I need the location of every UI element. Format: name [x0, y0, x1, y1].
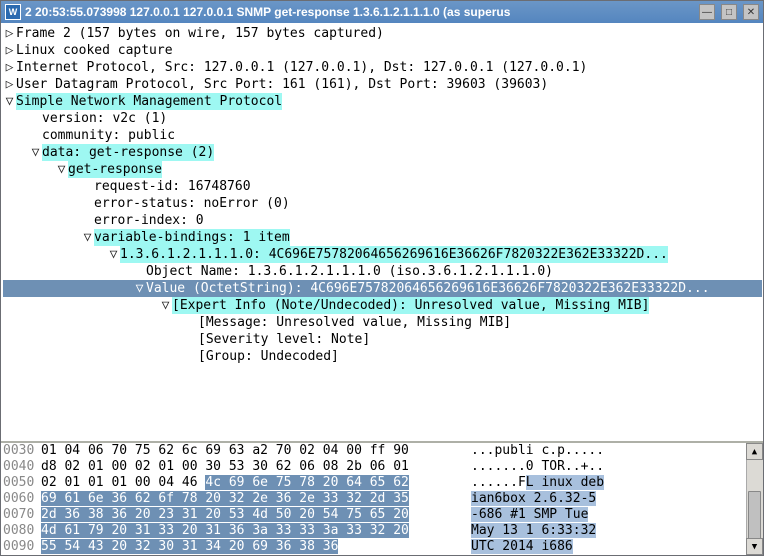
hex-offset: 0090 — [3, 539, 41, 555]
collapse-icon[interactable] — [3, 93, 16, 110]
window-title: 2 20:53:55.073998 127.0.0.1 127.0.0.1 SN… — [25, 5, 693, 19]
row-text: Linux cooked capture — [16, 42, 173, 59]
hex-offset: 0040 — [3, 459, 41, 475]
collapse-icon[interactable] — [107, 246, 120, 263]
tree-row-object-name[interactable]: Object Name: 1.3.6.1.2.1.1.1.0 (iso.3.6.… — [3, 263, 762, 280]
tree-row-version[interactable]: version: v2c (1) — [3, 110, 762, 127]
close-button[interactable]: ✕ — [743, 4, 759, 20]
tree-row-ip[interactable]: Internet Protocol, Src: 127.0.0.1 (127.0… — [3, 59, 762, 76]
tree-row-error-status[interactable]: error-status: noError (0) — [3, 195, 762, 212]
tree-row-community[interactable]: community: public — [3, 127, 762, 144]
tree-row-oid[interactable]: 1.3.6.1.2.1.1.1.0: 4C696E757820646562696… — [3, 246, 762, 263]
row-text: Value (OctetString): 4C696E7578206465626… — [146, 280, 710, 297]
maximize-button[interactable]: □ — [721, 4, 737, 20]
scroll-down-button[interactable]: ▼ — [746, 538, 763, 555]
hex-bytes: d8 02 01 00 02 01 00 30 53 30 62 06 08 2… — [41, 459, 471, 475]
hex-row[interactable]: 0090 55 54 43 20 32 30 31 34 20 69 36 38… — [1, 539, 746, 555]
collapse-icon[interactable] — [133, 280, 146, 297]
expand-icon[interactable] — [3, 42, 16, 59]
hex-bytes: 2d 36 38 36 20 23 31 20 53 4d 50 20 54 7… — [41, 507, 471, 523]
hex-bytes: 4d 61 79 20 31 33 20 31 36 3a 33 33 3a 3… — [41, 523, 471, 539]
tree-row-variable-bindings[interactable]: variable-bindings: 1 item — [3, 229, 762, 246]
collapse-icon[interactable] — [29, 144, 42, 161]
expand-icon[interactable] — [3, 25, 16, 42]
hex-scrollbar[interactable]: ▲ ▼ — [746, 443, 763, 555]
row-text: [Group: Undecoded] — [198, 348, 339, 365]
hex-row[interactable]: 0060 69 61 6e 36 62 6f 78 20 32 2e 36 2e… — [1, 491, 746, 507]
row-text: Frame 2 (157 bytes on wire, 157 bytes ca… — [16, 25, 384, 42]
collapse-icon[interactable] — [55, 161, 68, 178]
hex-row[interactable]: 0040 d8 02 01 00 02 01 00 30 53 30 62 06… — [1, 459, 746, 475]
hex-offset: 0080 — [3, 523, 41, 539]
row-text: Simple Network Management Protocol — [16, 93, 282, 110]
hex-offset: 0070 — [3, 507, 41, 523]
tree-row-frame[interactable]: Frame 2 (157 bytes on wire, 157 bytes ca… — [3, 25, 762, 42]
expand-icon[interactable] — [3, 76, 16, 93]
tree-row-udp[interactable]: User Datagram Protocol, Src Port: 161 (1… — [3, 76, 762, 93]
hex-ascii: .......0 TOR..+.. — [471, 459, 604, 475]
hex-row[interactable]: 0080 4d 61 79 20 31 33 20 31 36 3a 33 33… — [1, 523, 746, 539]
app-icon: W — [5, 4, 21, 20]
tree-row-request-id[interactable]: request-id: 16748760 — [3, 178, 762, 195]
title-bar: W 2 20:53:55.073998 127.0.0.1 127.0.0.1 … — [1, 1, 763, 23]
row-text: Internet Protocol, Src: 127.0.0.1 (127.0… — [16, 59, 587, 76]
hex-ascii: ......FL inux deb — [471, 475, 604, 491]
row-text: 1.3.6.1.2.1.1.1.0: 4C696E757820646562696… — [120, 246, 668, 263]
tree-row-expert-severity[interactable]: [Severity level: Note] — [3, 331, 762, 348]
row-text: [Severity level: Note] — [198, 331, 370, 348]
scroll-up-button[interactable]: ▲ — [746, 443, 763, 460]
tree-row-error-index[interactable]: error-index: 0 — [3, 212, 762, 229]
tree-row-expert-message[interactable]: [Message: Unresolved value, Missing MIB] — [3, 314, 762, 331]
hex-row[interactable]: 0050 02 01 01 01 00 04 46 4c 69 6e 75 78… — [1, 475, 746, 491]
tree-row-expert-info[interactable]: [Expert Info (Note/Undecoded): Unresolve… — [3, 297, 762, 314]
hex-bytes: 55 54 43 20 32 30 31 34 20 69 36 38 36 — [41, 539, 471, 555]
hex-ascii: ...publi c.p..... — [471, 443, 604, 459]
hex-offset: 0060 — [3, 491, 41, 507]
tree-row-expert-group[interactable]: [Group: Undecoded] — [3, 348, 762, 365]
row-text: [Message: Unresolved value, Missing MIB] — [198, 314, 511, 331]
hex-bytes: 69 61 6e 36 62 6f 78 20 32 2e 36 2e 33 3… — [41, 491, 471, 507]
minimize-button[interactable]: — — [699, 4, 715, 20]
row-text: Expert Info (Note/Undecoded): Unresolved… — [180, 298, 642, 313]
row-text: data: get-response (2) — [42, 144, 214, 161]
hex-ascii: ian6box 2.6.32-5 — [471, 491, 596, 507]
hex-ascii: UTC 2014 i686 — [471, 539, 573, 555]
hex-row[interactable]: 0070 2d 36 38 36 20 23 31 20 53 4d 50 20… — [1, 507, 746, 523]
row-text: error-index: 0 — [94, 212, 204, 229]
tree-row-linux-cooked[interactable]: Linux cooked capture — [3, 42, 762, 59]
row-text: User Datagram Protocol, Src Port: 161 (1… — [16, 76, 548, 93]
hex-offset: 0030 — [3, 443, 41, 459]
row-text: error-status: noError (0) — [94, 195, 290, 212]
hex-row[interactable]: 0030 01 04 06 70 75 62 6c 69 63 a2 70 02… — [1, 443, 746, 459]
packet-details-tree[interactable]: Frame 2 (157 bytes on wire, 157 bytes ca… — [1, 23, 763, 441]
collapse-icon[interactable] — [81, 229, 94, 246]
row-text: request-id: 16748760 — [94, 178, 251, 195]
row-text: version: v2c (1) — [42, 110, 167, 127]
tree-row-data[interactable]: data: get-response (2) — [3, 144, 762, 161]
hex-offset: 0050 — [3, 475, 41, 491]
row-text: community: public — [42, 127, 175, 144]
expand-icon[interactable] — [3, 59, 16, 76]
tree-row-value-selected[interactable]: Value (OctetString): 4C696E7578206465626… — [3, 280, 762, 297]
row-text: get-response — [68, 161, 162, 178]
hex-bytes: 02 01 01 01 00 04 46 4c 69 6e 75 78 20 6… — [41, 475, 471, 491]
tree-row-get-response[interactable]: get-response — [3, 161, 762, 178]
hex-ascii: May 13 1 6:33:32 — [471, 523, 596, 539]
row-text: variable-bindings: 1 item — [94, 229, 290, 246]
scroll-thumb[interactable] — [748, 491, 761, 539]
row-text: Object Name: 1.3.6.1.2.1.1.1.0 (iso.3.6.… — [146, 263, 553, 280]
hex-ascii: -686 #1 SMP Tue — [471, 507, 588, 523]
packet-bytes-pane[interactable]: 0030 01 04 06 70 75 62 6c 69 63 a2 70 02… — [1, 441, 763, 555]
collapse-icon[interactable] — [159, 297, 172, 314]
hex-bytes: 01 04 06 70 75 62 6c 69 63 a2 70 02 04 0… — [41, 443, 471, 459]
tree-row-snmp[interactable]: Simple Network Management Protocol — [3, 93, 762, 110]
